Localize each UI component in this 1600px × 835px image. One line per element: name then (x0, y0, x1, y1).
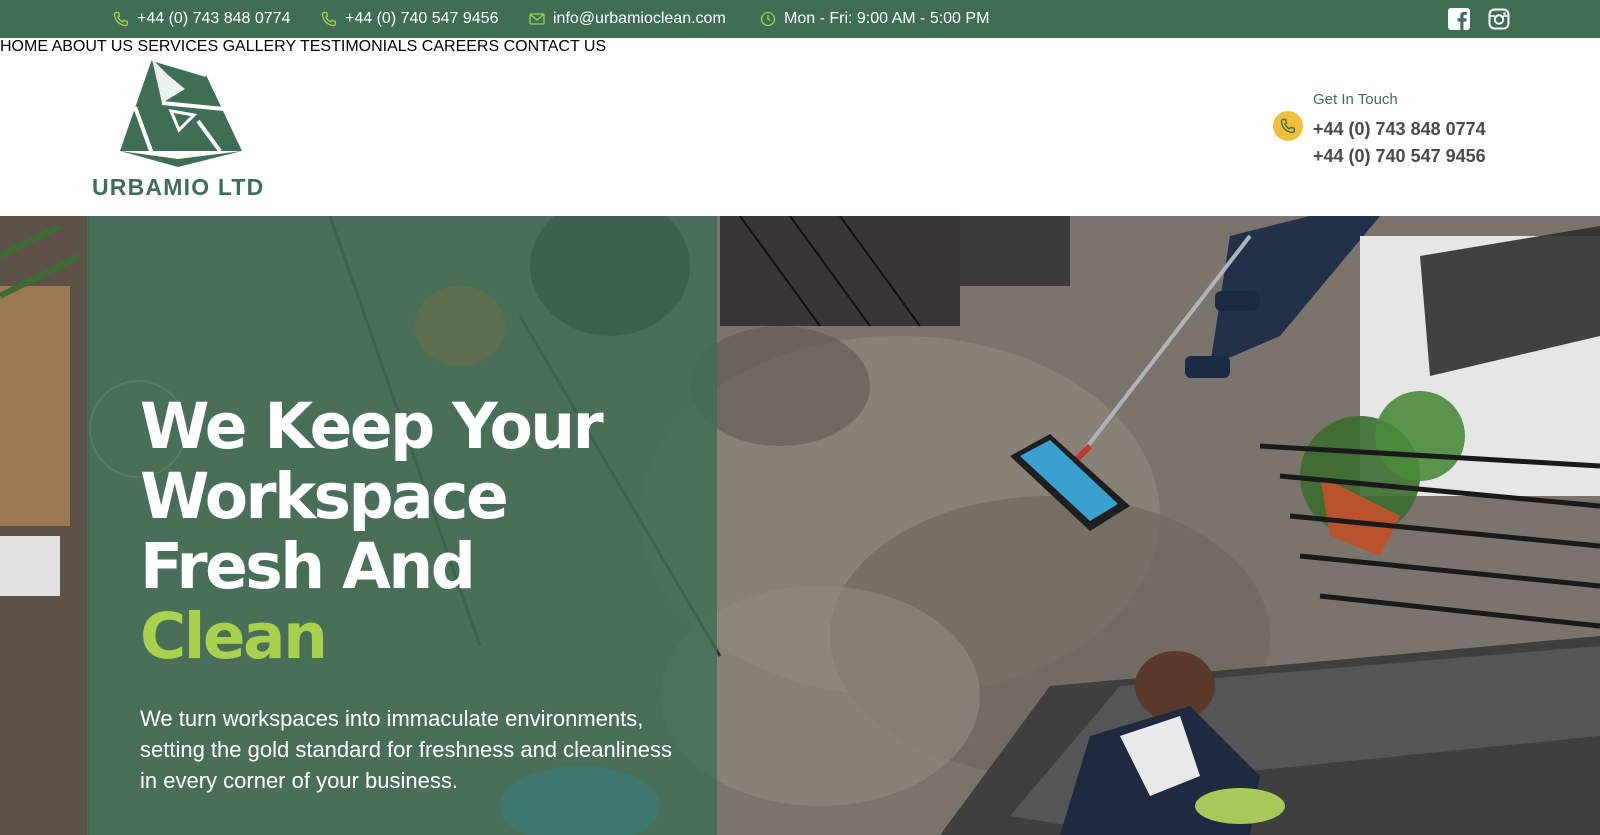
phone-circle-icon (1273, 111, 1303, 141)
hero-headline-line-3: Fresh And (140, 530, 476, 603)
topbar-phone-2[interactable]: +44 (0) 740 547 9456 (321, 0, 498, 38)
top-contact-bar: +44 (0) 743 848 0774 +44 (0) 740 547 945… (0, 0, 1600, 38)
topbar-hours-text: Mon - Fri: 9:00 AM - 5:00 PM (784, 10, 990, 27)
brand-name: URBAMIO LTD (92, 174, 265, 200)
hero-headline-line-1: We Keep Your (140, 390, 604, 463)
header-phone-2[interactable]: +44 (0) 740 547 9456 (1313, 146, 1486, 167)
topbar-hours: Mon - Fri: 9:00 AM - 5:00 PM (760, 0, 989, 38)
topbar-phone-1[interactable]: +44 (0) 743 848 0774 (113, 0, 290, 38)
nav-gallery[interactable]: GALLERY (223, 38, 296, 55)
nav-services[interactable]: SERVICES (138, 38, 219, 55)
phone-icon (321, 11, 337, 27)
nav-careers[interactable]: CAREERS (422, 38, 499, 55)
mail-icon (529, 11, 545, 27)
hero-headline-accent: Clean (140, 600, 328, 673)
topbar-email[interactable]: info@urbamioclean.com (529, 0, 726, 38)
site-header: URBAMIO LTD HOME ABOUT US SERVICES GALLE… (0, 38, 1600, 216)
hero-headline-line-2: Workspace (140, 460, 509, 533)
nav-testimonials[interactable]: TESTIMONIALS (300, 38, 417, 55)
hero-headline: We Keep Your Workspace Fresh And Clean (140, 390, 604, 673)
facebook-icon[interactable] (1448, 8, 1470, 30)
phone-icon (113, 11, 129, 27)
get-in-touch-label: Get In Touch (1313, 91, 1398, 108)
topbar-email-text: info@urbamioclean.com (553, 10, 726, 27)
hero-subtext: We turn workspaces into immaculate envir… (140, 706, 672, 793)
nav-home[interactable]: HOME (0, 38, 48, 55)
header-phone-1[interactable]: +44 (0) 743 848 0774 (1313, 119, 1486, 140)
hero-section: We Keep Your Workspace Fresh And Clean W… (0, 216, 1600, 835)
nav-contact-us[interactable]: CONTACT US (504, 38, 607, 55)
instagram-icon[interactable] (1488, 8, 1510, 30)
nav-about-us[interactable]: ABOUT US (52, 38, 134, 55)
topbar-phone-2-text: +44 (0) 740 547 9456 (345, 10, 499, 27)
clock-icon (760, 11, 776, 27)
topbar-phone-1-text: +44 (0) 743 848 0774 (137, 10, 291, 27)
